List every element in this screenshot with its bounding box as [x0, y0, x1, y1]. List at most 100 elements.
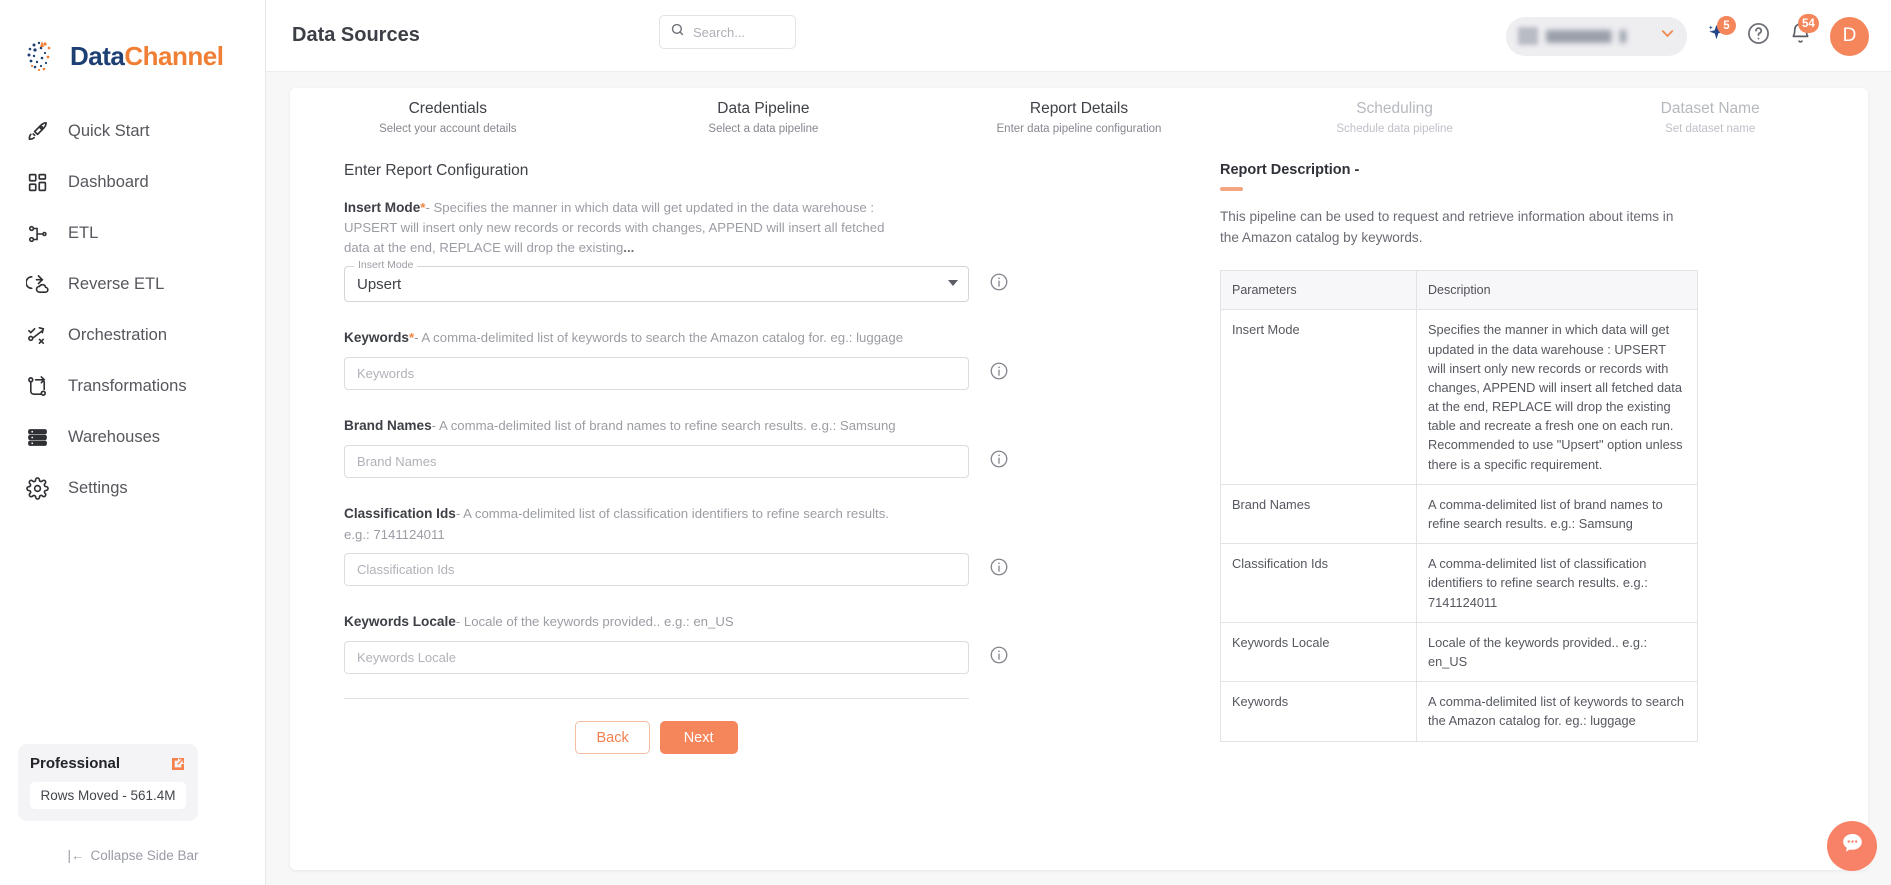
ai-badge: 5 — [1717, 16, 1736, 35]
search-box[interactable] — [659, 15, 796, 49]
cell-parameter: Keywords Locale — [1220, 622, 1417, 683]
step-scheduling[interactable]: Scheduling Schedule data pipeline — [1237, 100, 1553, 152]
sidebar-item-etl[interactable]: ETL — [0, 208, 265, 259]
report-description-title: Report Description - — [1220, 162, 1360, 178]
table-row: Keywords Locale Locale of the keywords p… — [1220, 622, 1698, 683]
chevron-down-icon — [948, 280, 958, 287]
content-split: Enter Report Configuration Insert Mode*-… — [290, 152, 1868, 755]
chevron-down-icon — [1658, 24, 1677, 48]
next-button[interactable]: Next — [659, 721, 738, 755]
field-insert-mode: Insert Mode*- Specifies the manner in wh… — [344, 198, 1020, 303]
field-label-classification-ids: Classification Ids- A comma-delimited li… — [344, 504, 904, 544]
parameters-table: Parameters Description Insert Mode Speci… — [1220, 270, 1698, 742]
info-circle-icon[interactable] — [989, 272, 1009, 297]
step-title: Dataset Name — [1660, 100, 1760, 117]
collapse-left-icon: |← — [67, 848, 85, 863]
transformations-icon — [24, 373, 51, 400]
step-subtitle: Select your account details — [379, 123, 517, 135]
step-report-details[interactable]: Report Details Enter data pipeline confi… — [921, 100, 1237, 152]
report-configuration-form: Enter Report Configuration Insert Mode*-… — [320, 152, 1020, 755]
sidebar-item-label: Dashboard — [68, 173, 149, 191]
column-header-description: Description — [1416, 270, 1698, 311]
field-keywords: Keywords*- A comma-delimited list of key… — [344, 328, 1020, 391]
sidebar-item-label: Warehouses — [68, 428, 161, 446]
field-brand-names: Brand Names- A comma-delimited list of b… — [344, 416, 1020, 479]
field-label-keywords-locale: Keywords Locale- Locale of the keywords … — [344, 612, 904, 632]
sidebar-item-orchestration[interactable]: Orchestration — [0, 310, 265, 361]
help-circle-icon — [1746, 21, 1771, 51]
external-link-icon[interactable] — [170, 756, 186, 772]
form-section-title: Enter Report Configuration — [344, 162, 529, 179]
sidebar-item-quick-start[interactable]: Quick Start — [0, 106, 265, 157]
brand-names-input[interactable] — [344, 445, 969, 479]
classification-ids-input[interactable] — [344, 553, 969, 587]
sidebar: DataChannel Quick Start Dashboard ETL Re… — [0, 0, 266, 885]
info-circle-icon[interactable] — [989, 449, 1009, 474]
info-circle-icon[interactable] — [989, 557, 1009, 582]
main-content-card: Credentials Select your account details … — [290, 88, 1868, 870]
field-label-text: Brand Names — [344, 418, 432, 434]
report-description-panel: Report Description - This pipeline can b… — [1220, 152, 1720, 754]
step-subtitle: Enter data pipeline configuration — [996, 123, 1162, 135]
info-circle-icon[interactable] — [989, 645, 1009, 670]
workspace-selector[interactable] — [1506, 16, 1687, 56]
insert-mode-select[interactable]: Insert Mode Upsert — [344, 259, 969, 303]
sidebar-item-label: ETL — [68, 224, 99, 242]
keywords-input[interactable] — [344, 357, 969, 391]
notifications-button[interactable]: 54 — [1789, 14, 1819, 50]
workspace-logo-icon — [1518, 27, 1538, 45]
field-hint: - Specifies the manner in which data wil… — [344, 200, 885, 255]
table-row: Keywords A comma-delimited list of keywo… — [1220, 681, 1698, 741]
collapse-sidebar-label: Collapse Side Bar — [90, 848, 199, 863]
ai-assistant-button[interactable]: 5 — [1705, 16, 1736, 50]
step-title: Credentials — [408, 100, 487, 117]
title-underline — [1220, 187, 1243, 191]
cell-description: A comma-delimited list of keywords to se… — [1428, 694, 1685, 729]
brand-name: DataChannel — [70, 40, 224, 72]
collapse-sidebar-button[interactable]: |← Collapse Side Bar — [0, 848, 266, 863]
table-row: Classification Ids A comma-delimited lis… — [1220, 543, 1698, 623]
sidebar-nav: Quick Start Dashboard ETL Reverse ETL Or… — [0, 106, 265, 514]
chat-bubble-icon — [1839, 830, 1866, 862]
orchestration-icon — [24, 322, 51, 349]
field-classification-ids: Classification Ids- A comma-delimited li… — [344, 504, 1020, 587]
search-input[interactable] — [693, 24, 783, 40]
sidebar-item-warehouses[interactable]: Warehouses — [0, 412, 265, 463]
workspace-name — [1546, 29, 1650, 43]
plan-card: Professional Rows Moved - 561.4M — [18, 744, 198, 821]
grid-icon — [24, 169, 51, 196]
plan-name: Professional — [30, 755, 121, 772]
cell-description: A comma-delimited list of classification… — [1416, 543, 1698, 623]
sidebar-item-transformations[interactable]: Transformations — [0, 361, 265, 412]
sidebar-item-reverse-etl[interactable]: Reverse ETL — [0, 259, 265, 310]
back-button[interactable]: Back — [575, 721, 650, 755]
search-icon — [670, 22, 685, 42]
cell-parameter: Brand Names — [1220, 484, 1417, 545]
form-actions: Back Next — [344, 721, 969, 755]
step-credentials[interactable]: Credentials Select your account details — [290, 100, 606, 152]
cell-parameter: Classification Ids — [1220, 543, 1417, 623]
help-button[interactable] — [1746, 21, 1771, 51]
page-title: Data Sources — [292, 24, 420, 46]
rows-moved-pill: Rows Moved - 561.4M — [30, 782, 186, 809]
step-dataset-name[interactable]: Dataset Name Set dataset name — [1552, 100, 1868, 152]
field-label-text: Insert Mode — [344, 200, 421, 215]
cell-parameter: Keywords — [1220, 681, 1417, 741]
sidebar-item-settings[interactable]: Settings — [0, 463, 265, 514]
field-hint: - A comma-delimited list of brand names … — [431, 418, 896, 434]
brand-logo[interactable]: DataChannel — [0, 0, 265, 84]
info-circle-icon[interactable] — [989, 361, 1009, 386]
sidebar-item-label: Reverse ETL — [68, 275, 165, 293]
chat-support-button[interactable] — [1827, 821, 1877, 871]
step-data-pipeline[interactable]: Data Pipeline Select a data pipeline — [606, 100, 922, 152]
step-title: Report Details — [1029, 100, 1129, 117]
sidebar-item-dashboard[interactable]: Dashboard — [0, 157, 265, 208]
step-title: Data Pipeline — [717, 100, 810, 117]
brand-name-part2: Channel — [124, 40, 224, 71]
brand-name-part1: Data — [70, 40, 125, 71]
keywords-locale-input[interactable] — [344, 641, 969, 675]
field-hint: - Locale of the keywords provided.. e.g.… — [455, 614, 734, 630]
avatar[interactable]: D — [1830, 16, 1869, 56]
insert-mode-notch-label: Insert Mode — [354, 259, 418, 272]
report-description-text: This pipeline can be used to request and… — [1220, 209, 1674, 245]
